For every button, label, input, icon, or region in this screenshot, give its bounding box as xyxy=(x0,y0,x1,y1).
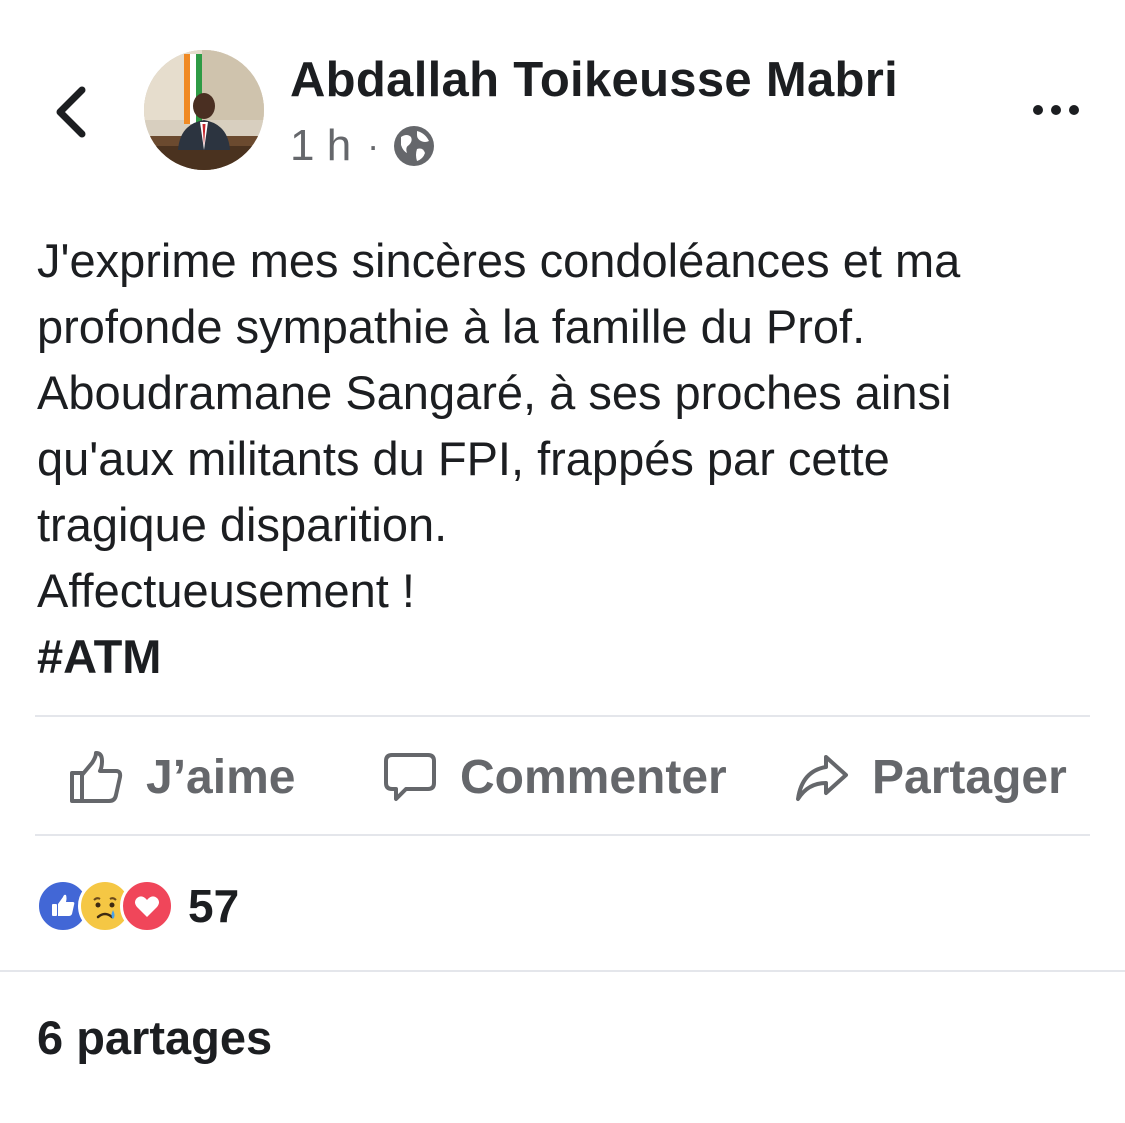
post-text-line: Aboudramane Sangaré, à ses proches ainsi xyxy=(37,366,952,419)
like-button[interactable]: J’aime xyxy=(68,740,295,814)
reactions-summary[interactable]: 57 xyxy=(36,876,239,936)
share-label: Partager xyxy=(872,750,1067,804)
back-button[interactable] xyxy=(40,72,104,152)
divider xyxy=(35,834,1090,836)
like-label: J’aime xyxy=(146,750,296,804)
reaction-count: 57 xyxy=(188,880,240,932)
divider xyxy=(35,715,1090,717)
divider xyxy=(0,970,1125,972)
share-arrow-icon xyxy=(796,755,848,801)
post-text: J'exprime mes sincères condoléances et m… xyxy=(37,228,1097,690)
chevron-left-icon xyxy=(56,86,86,138)
post-text-line: Affectueusement ! xyxy=(37,564,415,617)
comment-label: Commenter xyxy=(460,750,727,804)
comment-bubble-icon xyxy=(384,753,436,801)
more-horizontal-icon xyxy=(1029,105,1083,115)
thumbs-up-icon xyxy=(70,751,123,803)
meta-separator: · xyxy=(367,125,380,166)
share-button[interactable]: Partager xyxy=(794,740,1067,814)
shares-count[interactable]: 6 partages xyxy=(37,1010,272,1065)
author-name[interactable]: Abdallah Toikeusse Mabri xyxy=(290,52,898,108)
post-text-line: qu'aux militants du FPI, frappés par cet… xyxy=(37,432,890,485)
hashtag-link[interactable]: #ATM xyxy=(37,624,1097,690)
post-meta: 1 h · xyxy=(290,118,437,174)
comment-button[interactable]: Commenter xyxy=(382,740,727,814)
post-time[interactable]: 1 h xyxy=(290,121,351,171)
more-options-button[interactable] xyxy=(1016,88,1096,132)
globe-icon xyxy=(394,126,435,166)
profile-photo xyxy=(144,50,264,170)
avatar[interactable] xyxy=(144,50,264,170)
post-text-line: J'exprime mes sincères condoléances et m… xyxy=(37,234,961,287)
love-reaction-icon xyxy=(120,879,174,933)
post-text-line: tragique disparition. xyxy=(37,498,448,551)
post-text-line: profonde sympathie à la famille du Prof. xyxy=(37,300,866,353)
